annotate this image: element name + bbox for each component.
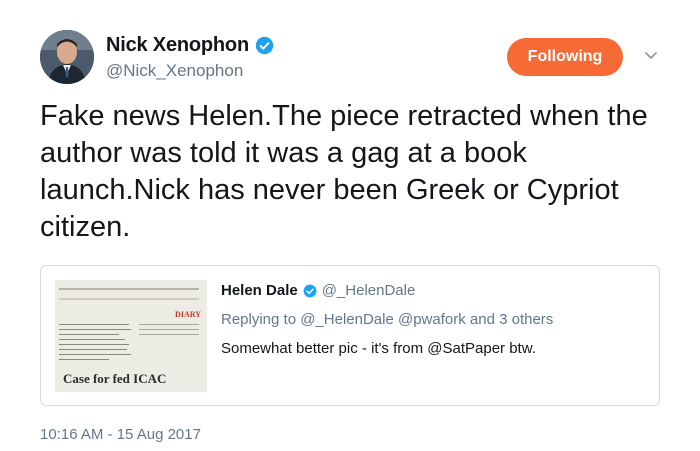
- chevron-down-icon[interactable]: [643, 50, 659, 62]
- author-info: Nick Xenophon @Nick_Xenophon: [106, 34, 274, 81]
- verified-badge-icon: [255, 36, 274, 55]
- image-diary-label: DIARY: [175, 310, 201, 319]
- quoted-tweet-body: Helen Dale @_HelenDale Replying to @_Hel…: [221, 282, 651, 357]
- following-button[interactable]: Following: [507, 38, 623, 76]
- quoted-author-name[interactable]: Helen Dale: [221, 282, 298, 299]
- quoted-author-handle[interactable]: @_HelenDale: [322, 282, 416, 299]
- tweet-timestamp[interactable]: 10:16 AM - 15 Aug 2017: [40, 426, 201, 443]
- author-handle[interactable]: @Nick_Xenophon: [106, 61, 274, 81]
- profile-photo-icon: [40, 30, 94, 84]
- quoted-tweet-text: Somewhat better pic - it's from @SatPape…: [221, 340, 536, 357]
- author-name[interactable]: Nick Xenophon: [106, 34, 249, 57]
- verified-badge-icon: [303, 284, 317, 298]
- replying-to[interactable]: Replying to @_HelenDale @pwafork and 3 o…: [221, 311, 651, 328]
- quoted-tweet-image[interactable]: DIARY Case for fed ICAC: [55, 280, 207, 392]
- image-caption: Case for fed ICAC: [63, 371, 167, 386]
- quoted-author-row: Helen Dale @_HelenDale: [221, 282, 651, 299]
- tweet-text: Fake news Helen.The piece retracted when…: [40, 100, 648, 243]
- quoted-tweet[interactable]: DIARY Case for fed ICAC Helen Dale @_Hel…: [40, 265, 660, 406]
- avatar[interactable]: [40, 30, 94, 84]
- tweet-card: Nick Xenophon @Nick_Xenophon Following F…: [0, 0, 700, 451]
- author-name-row: Nick Xenophon: [106, 34, 274, 57]
